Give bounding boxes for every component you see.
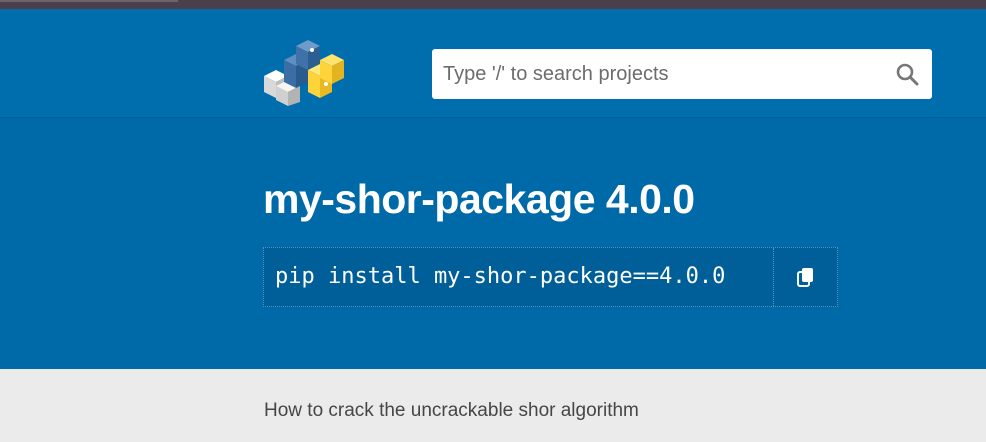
search-button[interactable] [882, 49, 932, 99]
search-box [432, 49, 932, 99]
package-summary: How to crack the uncrackable shor algori… [264, 400, 639, 421]
copy-icon [796, 268, 813, 287]
pypi-logo[interactable] [262, 36, 346, 106]
site-header [0, 9, 986, 117]
search-input[interactable] [432, 49, 872, 99]
pip-command-box: pip install my-shor-package==4.0.0 [263, 247, 838, 307]
search-icon [896, 63, 919, 86]
pypi-cubes-logo-icon [264, 40, 344, 106]
package-title: my-shor-package 4.0.0 [263, 176, 695, 222]
package-header: my-shor-package 4.0.0 pip install my-sho… [0, 117, 986, 369]
copy-button[interactable] [773, 248, 837, 306]
pip-command[interactable]: pip install my-shor-package==4.0.0 [275, 248, 725, 306]
top-strip-highlight [0, 0, 178, 2]
package-description-area: How to crack the uncrackable shor algori… [0, 369, 986, 442]
browser-top-strip [0, 0, 986, 9]
